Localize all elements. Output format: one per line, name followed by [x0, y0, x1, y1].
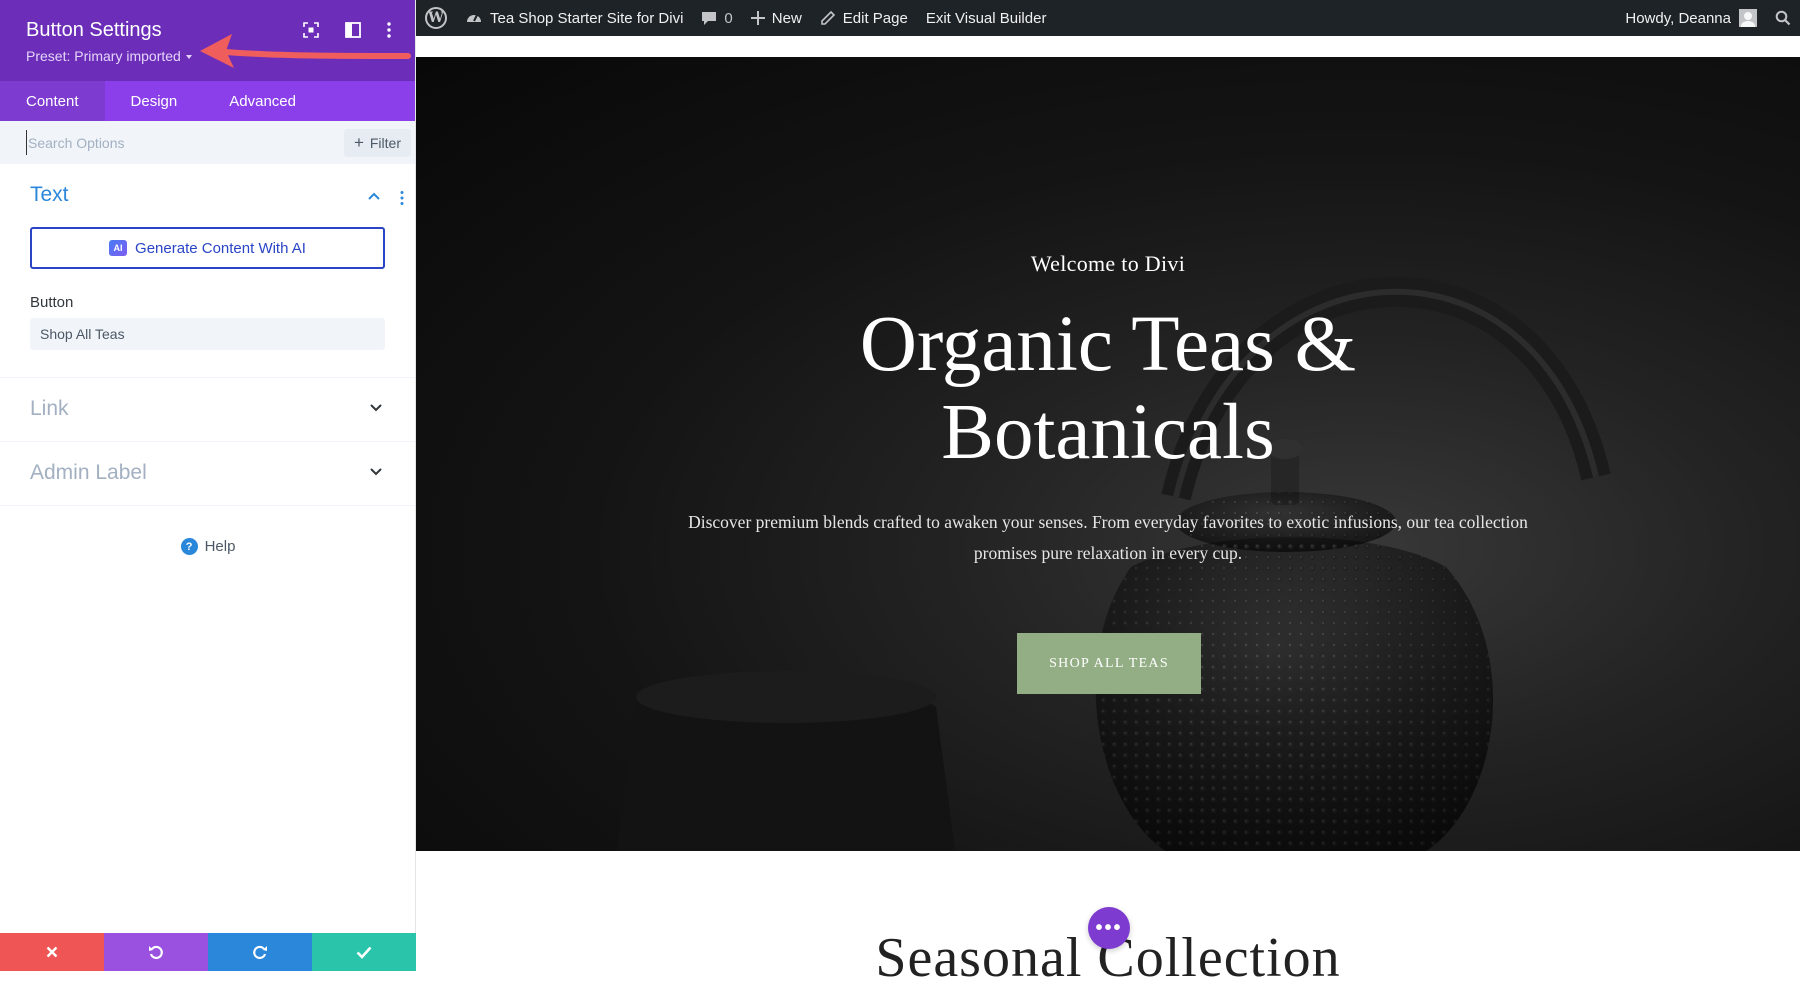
- pencil-icon: [820, 10, 835, 25]
- group-more-vertical-icon[interactable]: [399, 190, 405, 206]
- preset-selector[interactable]: Preset: Primary imported: [26, 48, 192, 64]
- help-question-icon: ?: [180, 538, 198, 555]
- ai-badge-icon: AI: [109, 240, 128, 256]
- button-field-label: Button: [30, 294, 74, 311]
- hero-section[interactable]: Welcome to Divi Organic Teas & Botanical…: [416, 57, 1800, 851]
- search-options-input[interactable]: [26, 130, 326, 155]
- chevron-down-icon: [370, 404, 382, 412]
- generate-content-ai-button[interactable]: AI Generate Content With AI: [30, 227, 385, 269]
- hero-title: Organic Teas & Botanicals: [416, 301, 1800, 477]
- panel-title: Button Settings: [26, 19, 162, 41]
- search-options-bar: + Filter: [0, 121, 415, 164]
- button-text-input[interactable]: Shop All Teas: [30, 318, 385, 350]
- help-link[interactable]: ? Help: [0, 538, 416, 555]
- search-icon: [1775, 10, 1791, 26]
- edit-page-label: Edit Page: [842, 9, 908, 27]
- settings-tabs: Content Design Advanced: [0, 81, 415, 121]
- comment-bubble-icon: [702, 12, 717, 25]
- exit-visual-builder-label: Exit Visual Builder: [925, 9, 1047, 27]
- link-option-group[interactable]: Link: [0, 378, 415, 442]
- plus-icon: +: [353, 133, 364, 152]
- panel-action-bar: [0, 933, 416, 971]
- hero-description: Discover premium blends crafted to awake…: [688, 512, 1528, 563]
- ai-button-label: Generate Content With AI: [135, 239, 306, 257]
- site-name-link[interactable]: Tea Shop Starter Site for Divi: [456, 0, 692, 36]
- comments-count: 0: [724, 9, 733, 27]
- help-label: Help: [204, 538, 236, 555]
- admin-search-button[interactable]: [1766, 0, 1800, 36]
- redo-icon: [253, 945, 267, 960]
- shop-all-teas-button[interactable]: SHOP ALL TEAS: [1017, 633, 1201, 694]
- check-icon: [356, 946, 372, 959]
- wordpress-logo-icon: W: [425, 7, 447, 29]
- tab-design[interactable]: Design: [105, 81, 204, 121]
- site-name-label: Tea Shop Starter Site for Divi: [490, 9, 684, 27]
- page-canvas: Welcome to Divi Organic Teas & Botanical…: [416, 36, 1800, 989]
- save-button[interactable]: [312, 933, 416, 971]
- link-group-title: Link: [30, 397, 69, 420]
- wp-admin-bar: W Tea Shop Starter Site for Divi 0 New E…: [416, 0, 1800, 36]
- button-settings-panel: Button Settings Preset: Primary imported…: [0, 0, 416, 971]
- close-icon: [46, 946, 58, 958]
- tab-advanced[interactable]: Advanced: [203, 81, 322, 121]
- filter-label: Filter: [369, 135, 401, 151]
- undo-icon: [149, 945, 163, 960]
- avatar: [1739, 9, 1757, 27]
- chevron-up-icon[interactable]: [367, 191, 381, 201]
- undo-button[interactable]: [104, 933, 208, 971]
- new-label: New: [771, 9, 802, 27]
- caret-down-icon: [185, 55, 192, 60]
- hero-kicker: Welcome to Divi: [1030, 251, 1186, 276]
- dashboard-gauge-icon: [467, 14, 481, 22]
- preset-label: Preset: Primary imported: [26, 48, 181, 64]
- chevron-down-icon: [370, 468, 382, 476]
- comments-link[interactable]: 0: [692, 0, 741, 36]
- tab-content[interactable]: Content: [0, 81, 105, 121]
- redo-button[interactable]: [208, 933, 312, 971]
- hero-title-text: Organic Teas & Botanicals: [859, 301, 1357, 476]
- text-option-group: Text AI Generate Content With AI Button …: [0, 164, 415, 378]
- plus-icon: [750, 11, 765, 25]
- filter-button[interactable]: + Filter: [343, 129, 411, 157]
- discard-button[interactable]: [0, 933, 104, 971]
- admin-label-option-group[interactable]: Admin Label: [0, 442, 415, 506]
- edit-page-link[interactable]: Edit Page: [811, 0, 917, 36]
- add-section-more-button[interactable]: •••: [1088, 907, 1130, 949]
- account-menu[interactable]: Howdy, Deanna: [1616, 0, 1766, 36]
- admin-label-group-title: Admin Label: [30, 461, 147, 484]
- text-group-title[interactable]: Text: [30, 183, 69, 207]
- annotation-arrow-icon: [200, 34, 411, 68]
- wordpress-menu[interactable]: W: [416, 0, 456, 36]
- exit-visual-builder-link[interactable]: Exit Visual Builder: [917, 0, 1056, 36]
- greeting-label: Howdy, Deanna: [1625, 9, 1731, 27]
- new-content-link[interactable]: New: [742, 0, 811, 36]
